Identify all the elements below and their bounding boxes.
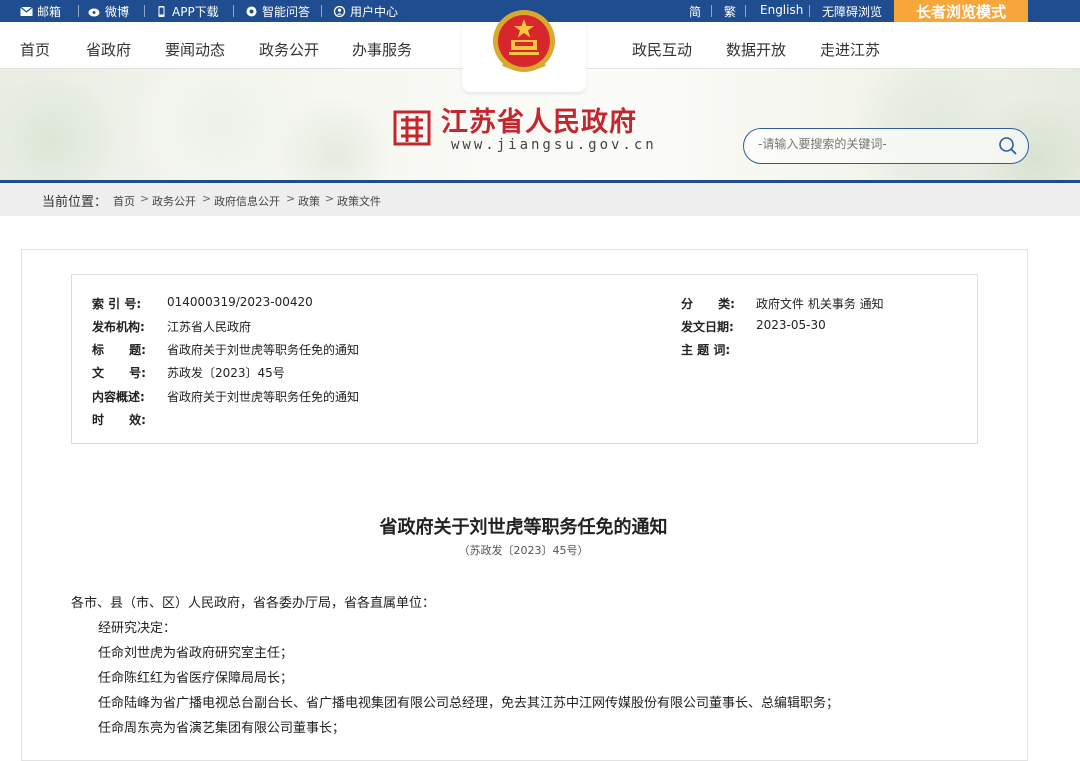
breadcrumb: 当前位置： 首页 > 政务公开 > 政府信息公开 > 政策 > 政策文件 [0, 183, 1080, 216]
nav-news[interactable]: 要闻动态 [165, 39, 225, 60]
app-download-label: APP下载 [172, 5, 219, 19]
smart-qa-link[interactable]: 智能问答 [245, 3, 310, 20]
document-title: 省政府关于刘世虎等职务任免的通知 [379, 517, 668, 538]
document-paragraph: 任命周东亮为省演艺集团有限公司董事长； [98, 721, 346, 736]
site-title: 江苏省人民政府 [441, 107, 637, 138]
nav-home[interactable]: 首页 [20, 39, 50, 60]
breadcrumb-label: 当前位置： [42, 195, 108, 210]
document-metadata: 索 引 号: 014000319/2023-00420 分 类: 政府文件 机关… [71, 274, 978, 444]
document-number: （苏政发〔2023〕45号） [458, 544, 589, 557]
user-icon [333, 6, 346, 17]
mail-icon [20, 6, 33, 16]
breadcrumb-policy-documents[interactable]: 政策文件 [337, 193, 381, 209]
site-url: www.jiangsu.gov.cn [451, 137, 657, 153]
english-link[interactable]: English [760, 3, 803, 17]
document-paragraph: 任命陈红红为省医疗保障局局长； [98, 671, 294, 686]
smart-qa-label: 智能问答 [262, 5, 311, 19]
weibo-icon [88, 8, 100, 17]
nav-open-data[interactable]: 数据开放 [726, 39, 786, 60]
app-download-link[interactable]: APP下载 [155, 3, 219, 20]
document-paragraph: 任命刘世虎为省政府研究室主任； [98, 646, 294, 661]
document-addressee: 各市、县（市、区）人民政府，省各委办厅局，省各直属单位： [71, 596, 436, 611]
nav-about-jiangsu[interactable]: 走进江苏 [820, 39, 880, 60]
mail-link[interactable]: 邮箱 [20, 3, 61, 20]
nav-services[interactable]: 办事服务 [352, 39, 412, 60]
national-emblem-icon [493, 10, 555, 72]
simplified-chinese-link[interactable]: 简 [689, 3, 701, 20]
mail-label: 邮箱 [37, 5, 62, 19]
weibo-label: 微博 [105, 5, 130, 19]
document-paragraph: 任命陆峰为省广播电视总台副台长、省广播电视集团有限公司总经理，免去其江苏中江网传… [98, 696, 840, 711]
breadcrumb-government-affairs[interactable]: 政务公开 [152, 193, 196, 209]
accessibility-link[interactable]: 无障碍浏览 [822, 3, 882, 20]
breadcrumb-policy[interactable]: 政策 [298, 193, 320, 209]
nav-interaction[interactable]: 政民互动 [632, 39, 692, 60]
weibo-link[interactable]: 微博 [88, 3, 129, 20]
breadcrumb-info-disclosure[interactable]: 政府信息公开 [214, 193, 280, 209]
user-center-label: 用户中心 [350, 5, 399, 19]
site-search [743, 128, 1029, 164]
phone-icon [158, 6, 165, 17]
breadcrumb-home[interactable]: 首页 [113, 193, 135, 209]
national-emblem-tab [462, 10, 586, 92]
document-paragraph: 经研究决定： [98, 621, 177, 636]
chat-icon [246, 6, 257, 17]
jiangsu-logo-icon [393, 110, 431, 146]
user-center-link[interactable]: 用户中心 [333, 3, 398, 20]
search-input[interactable] [758, 137, 988, 151]
nav-government-affairs[interactable]: 政务公开 [259, 39, 319, 60]
search-icon[interactable] [998, 136, 1018, 156]
traditional-chinese-link[interactable]: 繁 [724, 3, 736, 20]
nav-province-government[interactable]: 省政府 [86, 39, 131, 60]
